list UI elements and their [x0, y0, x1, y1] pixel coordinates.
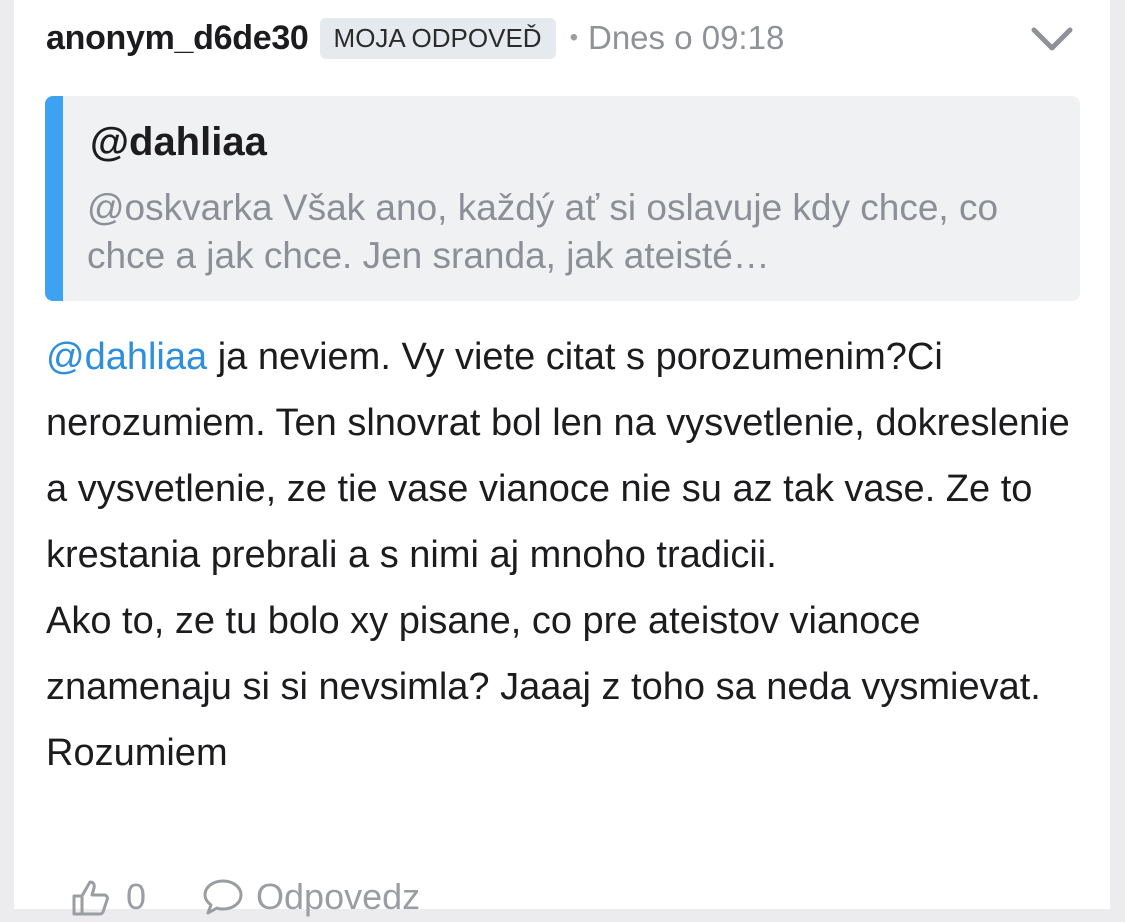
quote-author: @dahliaa: [90, 120, 267, 164]
comment-header: anonym_d6de30 MOJA ODPOVEĎ • Dnes o 09:1…: [46, 14, 1086, 62]
timestamp: Dnes o 09:18: [588, 19, 785, 56]
quote-text: @oskvarka Však ano, každý ať si oslavuje…: [87, 187, 999, 276]
body-paragraph: @dahliaa ja neviem. Vy viete citat s por…: [46, 324, 1091, 588]
like-count: 0: [126, 876, 147, 917]
comment-body: @dahliaa ja neviem. Vy viete citat s por…: [46, 324, 1091, 786]
comment-card: anonym_d6de30 MOJA ODPOVEĎ • Dnes o 09:1…: [14, 0, 1110, 917]
author-name[interactable]: anonym_d6de30: [46, 19, 309, 58]
separator-dot: •: [569, 24, 578, 51]
reply-button[interactable]: Odpovedz: [202, 876, 420, 918]
quoted-comment[interactable]: @dahliaa @oskvarka Však ano, každý ať si…: [45, 96, 1080, 301]
mention-link[interactable]: @dahliaa: [46, 336, 207, 378]
reply-label: Odpovedz: [256, 876, 421, 917]
comment-actions: 0 Odpovedz: [70, 872, 420, 922]
chevron-down-icon[interactable]: [1030, 20, 1074, 56]
my-reply-badge: MOJA ODPOVEĎ: [319, 17, 556, 59]
speech-bubble-icon: [203, 879, 243, 915]
body-text-2: Ako to, ze tu bolo xy pisane, co pre ate…: [46, 600, 1041, 774]
thumbs-up-icon[interactable]: [70, 876, 112, 918]
quote-accent-bar: [45, 96, 63, 301]
